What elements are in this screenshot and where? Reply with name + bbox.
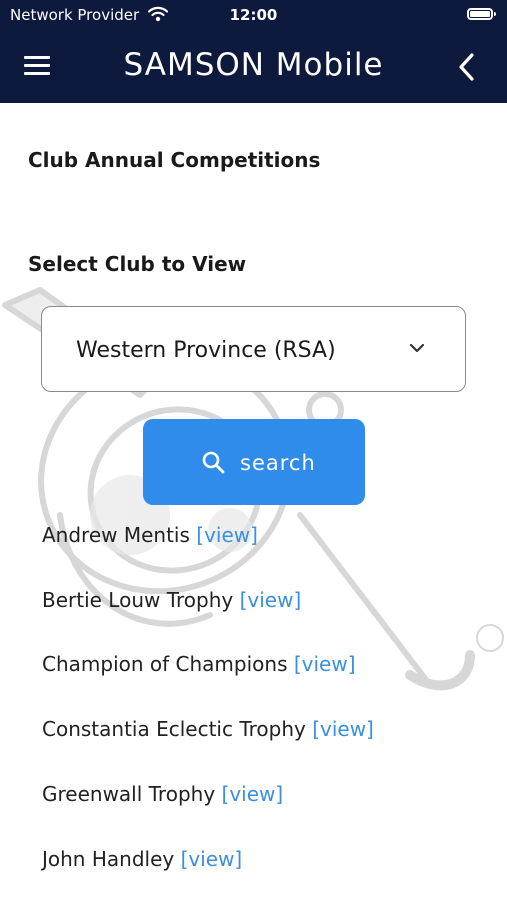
list-item: Andrew Mentis [view] <box>42 523 258 547</box>
view-link[interactable]: [view] <box>312 717 374 741</box>
competition-name: Champion of Champions <box>42 652 288 676</box>
club-select[interactable]: Western Province (RSA) <box>41 306 466 392</box>
chevron-down-icon <box>409 343 425 353</box>
competition-name: Constantia Eclectic Trophy <box>42 717 306 741</box>
back-icon[interactable] <box>455 52 479 82</box>
competition-name: Bertie Louw Trophy <box>42 588 234 612</box>
search-icon <box>202 451 225 474</box>
view-link[interactable]: [view] <box>222 782 284 806</box>
club-select-value: Western Province (RSA) <box>76 338 336 363</box>
list-item: Bertie Louw Trophy [view] <box>42 588 301 612</box>
view-link[interactable]: [view] <box>294 652 356 676</box>
list-item: Champion of Champions [view] <box>42 652 356 676</box>
list-item: John Handley [view] <box>42 847 242 871</box>
competition-name: Greenwall Trophy <box>42 782 216 806</box>
select-club-label: Select Club to View <box>28 252 247 276</box>
page-heading: Club Annual Competitions <box>28 148 321 172</box>
competition-name: John Handley <box>42 847 175 871</box>
competition-name: Andrew Mentis <box>42 523 190 547</box>
search-button[interactable]: search <box>143 419 365 505</box>
search-button-label: search <box>240 451 316 475</box>
app-title: SAMSON Mobile <box>123 47 384 83</box>
list-item: Greenwall Trophy [view] <box>42 782 283 806</box>
list-item: Constantia Eclectic Trophy [view] <box>42 717 374 741</box>
view-link[interactable]: [view] <box>196 523 258 547</box>
app-header: Network Provider 12:00 SAMSON Mobile <box>0 0 507 103</box>
view-link[interactable]: [view] <box>240 588 302 612</box>
battery-icon <box>467 8 496 20</box>
view-link[interactable]: [view] <box>181 847 243 871</box>
clock: 12:00 <box>229 6 278 24</box>
status-bar: Network Provider 12:00 <box>0 0 507 30</box>
